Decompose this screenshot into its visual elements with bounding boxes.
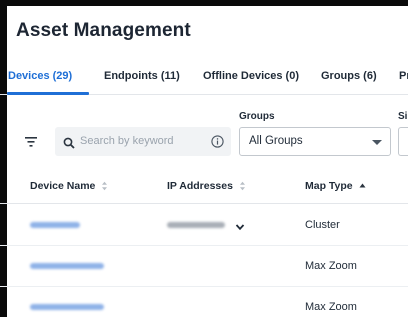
map-type-value: Max Zoom <box>305 301 357 313</box>
map-type-value: Cluster <box>305 219 340 231</box>
device-name-link[interactable] <box>30 263 104 269</box>
chevron-down-icon[interactable] <box>235 219 245 231</box>
tab-devices[interactable]: Devices (29) <box>8 70 72 82</box>
column-label: Map Type <box>305 180 353 192</box>
column-label: Device Name <box>30 180 96 192</box>
tab-offline-devices[interactable]: Offline Devices (0) <box>203 70 299 82</box>
table-row[interactable]: Cluster <box>0 205 408 246</box>
search-placeholder: Search by keyword <box>80 135 174 147</box>
app-frame: Asset Management Devices (29) Endpoints … <box>0 0 408 317</box>
filter-bar: Groups Si Search by keyword All Groups <box>0 108 408 156</box>
tab-endpoints[interactable]: Endpoints (11) <box>104 70 180 82</box>
column-header-device-name[interactable]: Device Name <box>30 180 108 192</box>
info-icon[interactable] <box>211 135 224 148</box>
table-header: Device Name IP Addresses Map Type <box>0 167 408 204</box>
window-top-edge <box>0 0 408 6</box>
device-name-link[interactable] <box>30 304 104 310</box>
sort-ascending-icon <box>359 183 366 188</box>
sort-icon <box>102 182 108 191</box>
page-title: Asset Management <box>16 20 191 41</box>
tab-more[interactable]: Pr <box>399 70 408 82</box>
column-header-ip-addresses[interactable]: IP Addresses <box>167 180 246 192</box>
active-tab-indicator <box>7 92 89 95</box>
caret-down-icon <box>372 140 382 145</box>
column-header-map-type[interactable]: Map Type <box>305 180 366 192</box>
search-icon <box>63 136 75 149</box>
device-name-link[interactable] <box>30 222 80 228</box>
groups-select-value: All Groups <box>249 135 303 147</box>
tab-groups[interactable]: Groups (6) <box>321 70 377 82</box>
search-input[interactable]: Search by keyword <box>55 127 231 156</box>
groups-select[interactable]: All Groups <box>239 127 391 156</box>
site-select[interactable] <box>398 127 408 156</box>
ip-address-value <box>167 222 225 228</box>
column-label: IP Addresses <box>167 180 233 192</box>
table-row[interactable]: Max Zoom <box>0 287 408 317</box>
map-type-value: Max Zoom <box>305 260 357 272</box>
table-row[interactable]: Max Zoom <box>0 246 408 287</box>
sort-icon <box>239 182 245 191</box>
filter-icon[interactable] <box>22 135 40 149</box>
groups-label: Groups <box>239 111 275 122</box>
tab-bar: Devices (29) Endpoints (11) Offline Devi… <box>0 58 408 95</box>
site-label: Si <box>398 111 408 122</box>
